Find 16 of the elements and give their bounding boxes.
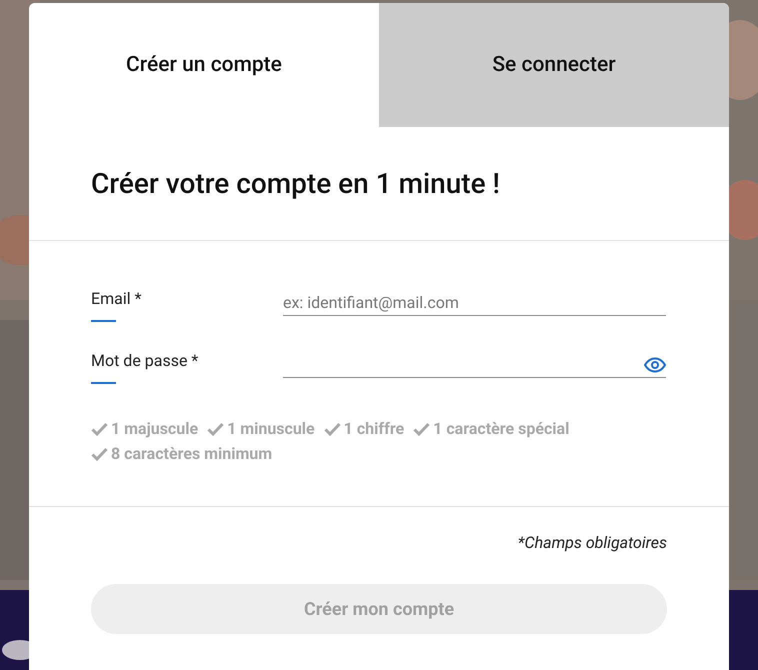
- check-icon: [324, 422, 341, 436]
- email-field[interactable]: ex: identifiant@mail.com: [283, 289, 666, 316]
- check-icon: [413, 422, 430, 436]
- check-icon: [207, 422, 224, 436]
- field-label: Mot de passe *: [91, 351, 198, 370]
- form-heading: Créer votre compte en 1 minute !: [91, 167, 500, 200]
- required-fields-note: *Champs obligatoires: [518, 532, 668, 552]
- password-rule: 8 caractères minimum: [111, 444, 272, 463]
- check-icon: [91, 446, 108, 460]
- field-label: Email *: [91, 289, 142, 308]
- tab[interactable]: Se connecter: [379, 3, 729, 127]
- password-rule: 1 chiffre: [344, 419, 404, 438]
- check-icon: [91, 422, 108, 436]
- password-rule: 1 caractère spécial: [433, 419, 570, 438]
- password-rule: 1 majuscule: [111, 419, 198, 438]
- password-rule: 1 minuscule: [227, 419, 315, 438]
